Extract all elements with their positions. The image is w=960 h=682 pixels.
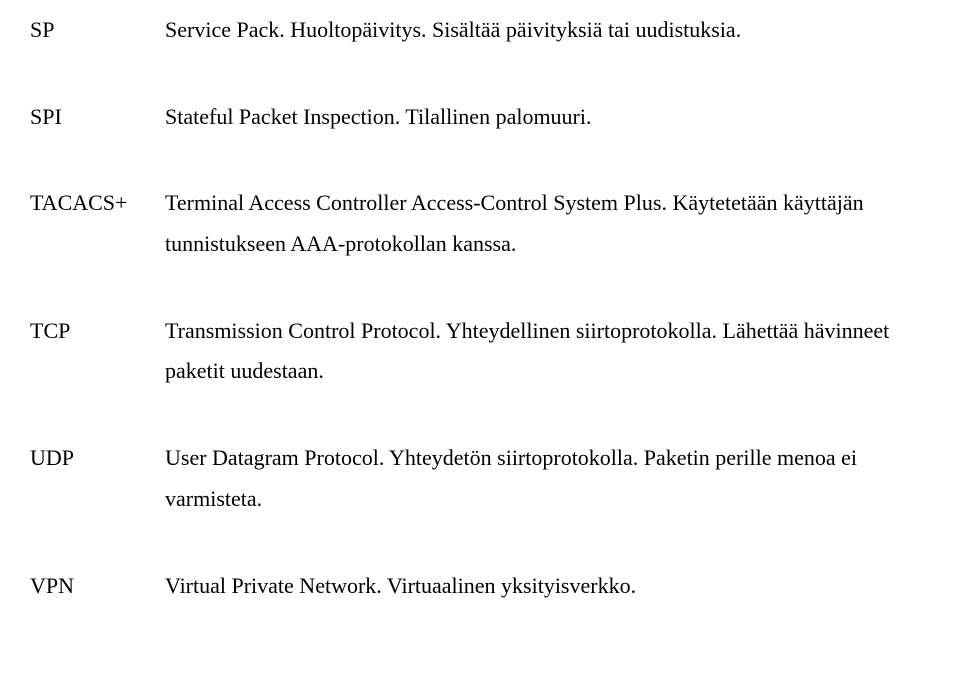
term: UDP	[30, 438, 165, 479]
definition: Transmission Control Protocol. Yhteydell…	[165, 311, 930, 392]
definition-entry: UDP User Datagram Protocol. Yhteydetön s…	[30, 438, 930, 519]
definition: Stateful Packet Inspection. Tilallinen p…	[165, 97, 930, 138]
definition-entry: TACACS+ Terminal Access Controller Acces…	[30, 183, 930, 264]
term: SPI	[30, 97, 165, 138]
definition-entry: SPI Stateful Packet Inspection. Tilallin…	[30, 97, 930, 138]
definition-entry: TCP Transmission Control Protocol. Yhtey…	[30, 311, 930, 392]
definition: Service Pack. Huoltopäivitys. Sisältää p…	[165, 10, 930, 51]
term: TCP	[30, 311, 165, 352]
definition-entry: SP Service Pack. Huoltopäivitys. Sisältä…	[30, 10, 930, 51]
definition: Virtual Private Network. Virtuaalinen yk…	[165, 566, 930, 607]
definition: User Datagram Protocol. Yhteydetön siirt…	[165, 438, 930, 519]
term: VPN	[30, 566, 165, 607]
term: TACACS+	[30, 183, 165, 224]
definition: Terminal Access Controller Access-Contro…	[165, 183, 930, 264]
term: SP	[30, 10, 165, 51]
definition-entry: VPN Virtual Private Network. Virtuaaline…	[30, 566, 930, 607]
